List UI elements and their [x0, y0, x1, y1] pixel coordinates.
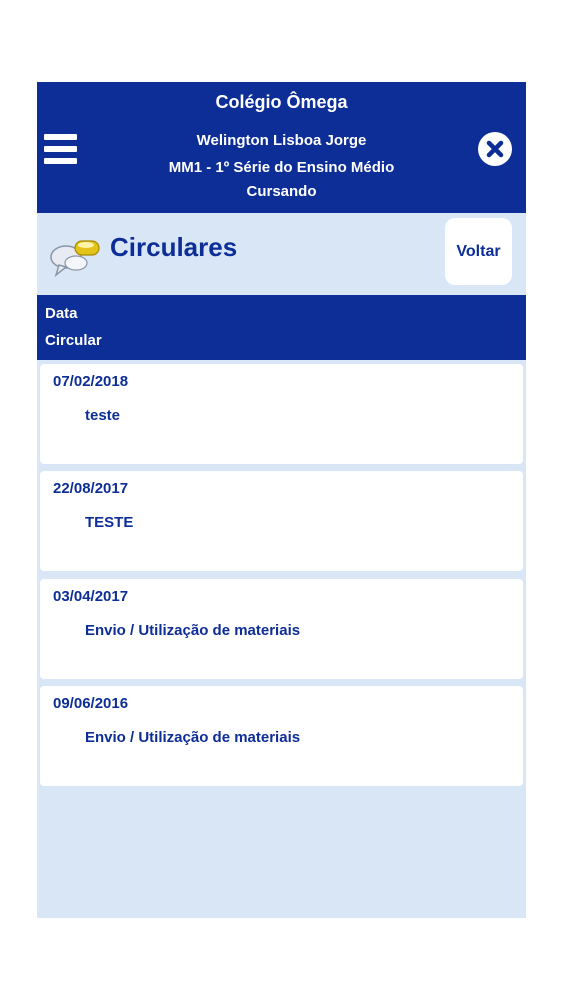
app-header: Colégio Ômega Welington Lisboa Jorge MM1…: [37, 82, 526, 213]
circular-title: teste: [85, 407, 121, 424]
circular-date: 07/02/2018: [53, 373, 129, 390]
close-icon[interactable]: [478, 132, 512, 166]
circular-title: Envio / Utilização de materiais: [85, 729, 301, 746]
list-item[interactable]: 03/04/2017 Envio / Utilização de materia…: [40, 579, 523, 679]
back-button[interactable]: Voltar: [445, 218, 512, 285]
student-name: Welington Lisboa Jorge: [196, 132, 367, 149]
table-header: Data Circular: [37, 295, 526, 360]
circular-title: TESTE: [85, 514, 134, 531]
enrollment-status: Cursando: [246, 183, 317, 200]
circular-date: 09/06/2016: [53, 695, 129, 712]
list-item[interactable]: 09/06/2016 Envio / Utilização de materia…: [40, 686, 523, 786]
column-header-circular: Circular: [45, 332, 102, 349]
list-item[interactable]: 22/08/2017 TESTE: [40, 471, 523, 571]
circular-date: 22/08/2017: [53, 480, 129, 497]
column-header-date: Data: [45, 305, 78, 322]
circular-title: Envio / Utilização de materiais: [85, 622, 301, 639]
circular-date: 03/04/2017: [53, 588, 129, 605]
page-title: Circulares: [110, 232, 238, 262]
app-container: Colégio Ômega Welington Lisboa Jorge MM1…: [37, 82, 526, 918]
list-item[interactable]: 07/02/2018 teste: [40, 364, 523, 464]
page-title-bar: Circulares Voltar: [37, 213, 526, 295]
speech-bubbles-icon: [49, 235, 101, 284]
school-name: Colégio Ômega: [215, 92, 348, 112]
student-grade: MM1 - 1º Série do Ensino Médio: [168, 159, 395, 176]
